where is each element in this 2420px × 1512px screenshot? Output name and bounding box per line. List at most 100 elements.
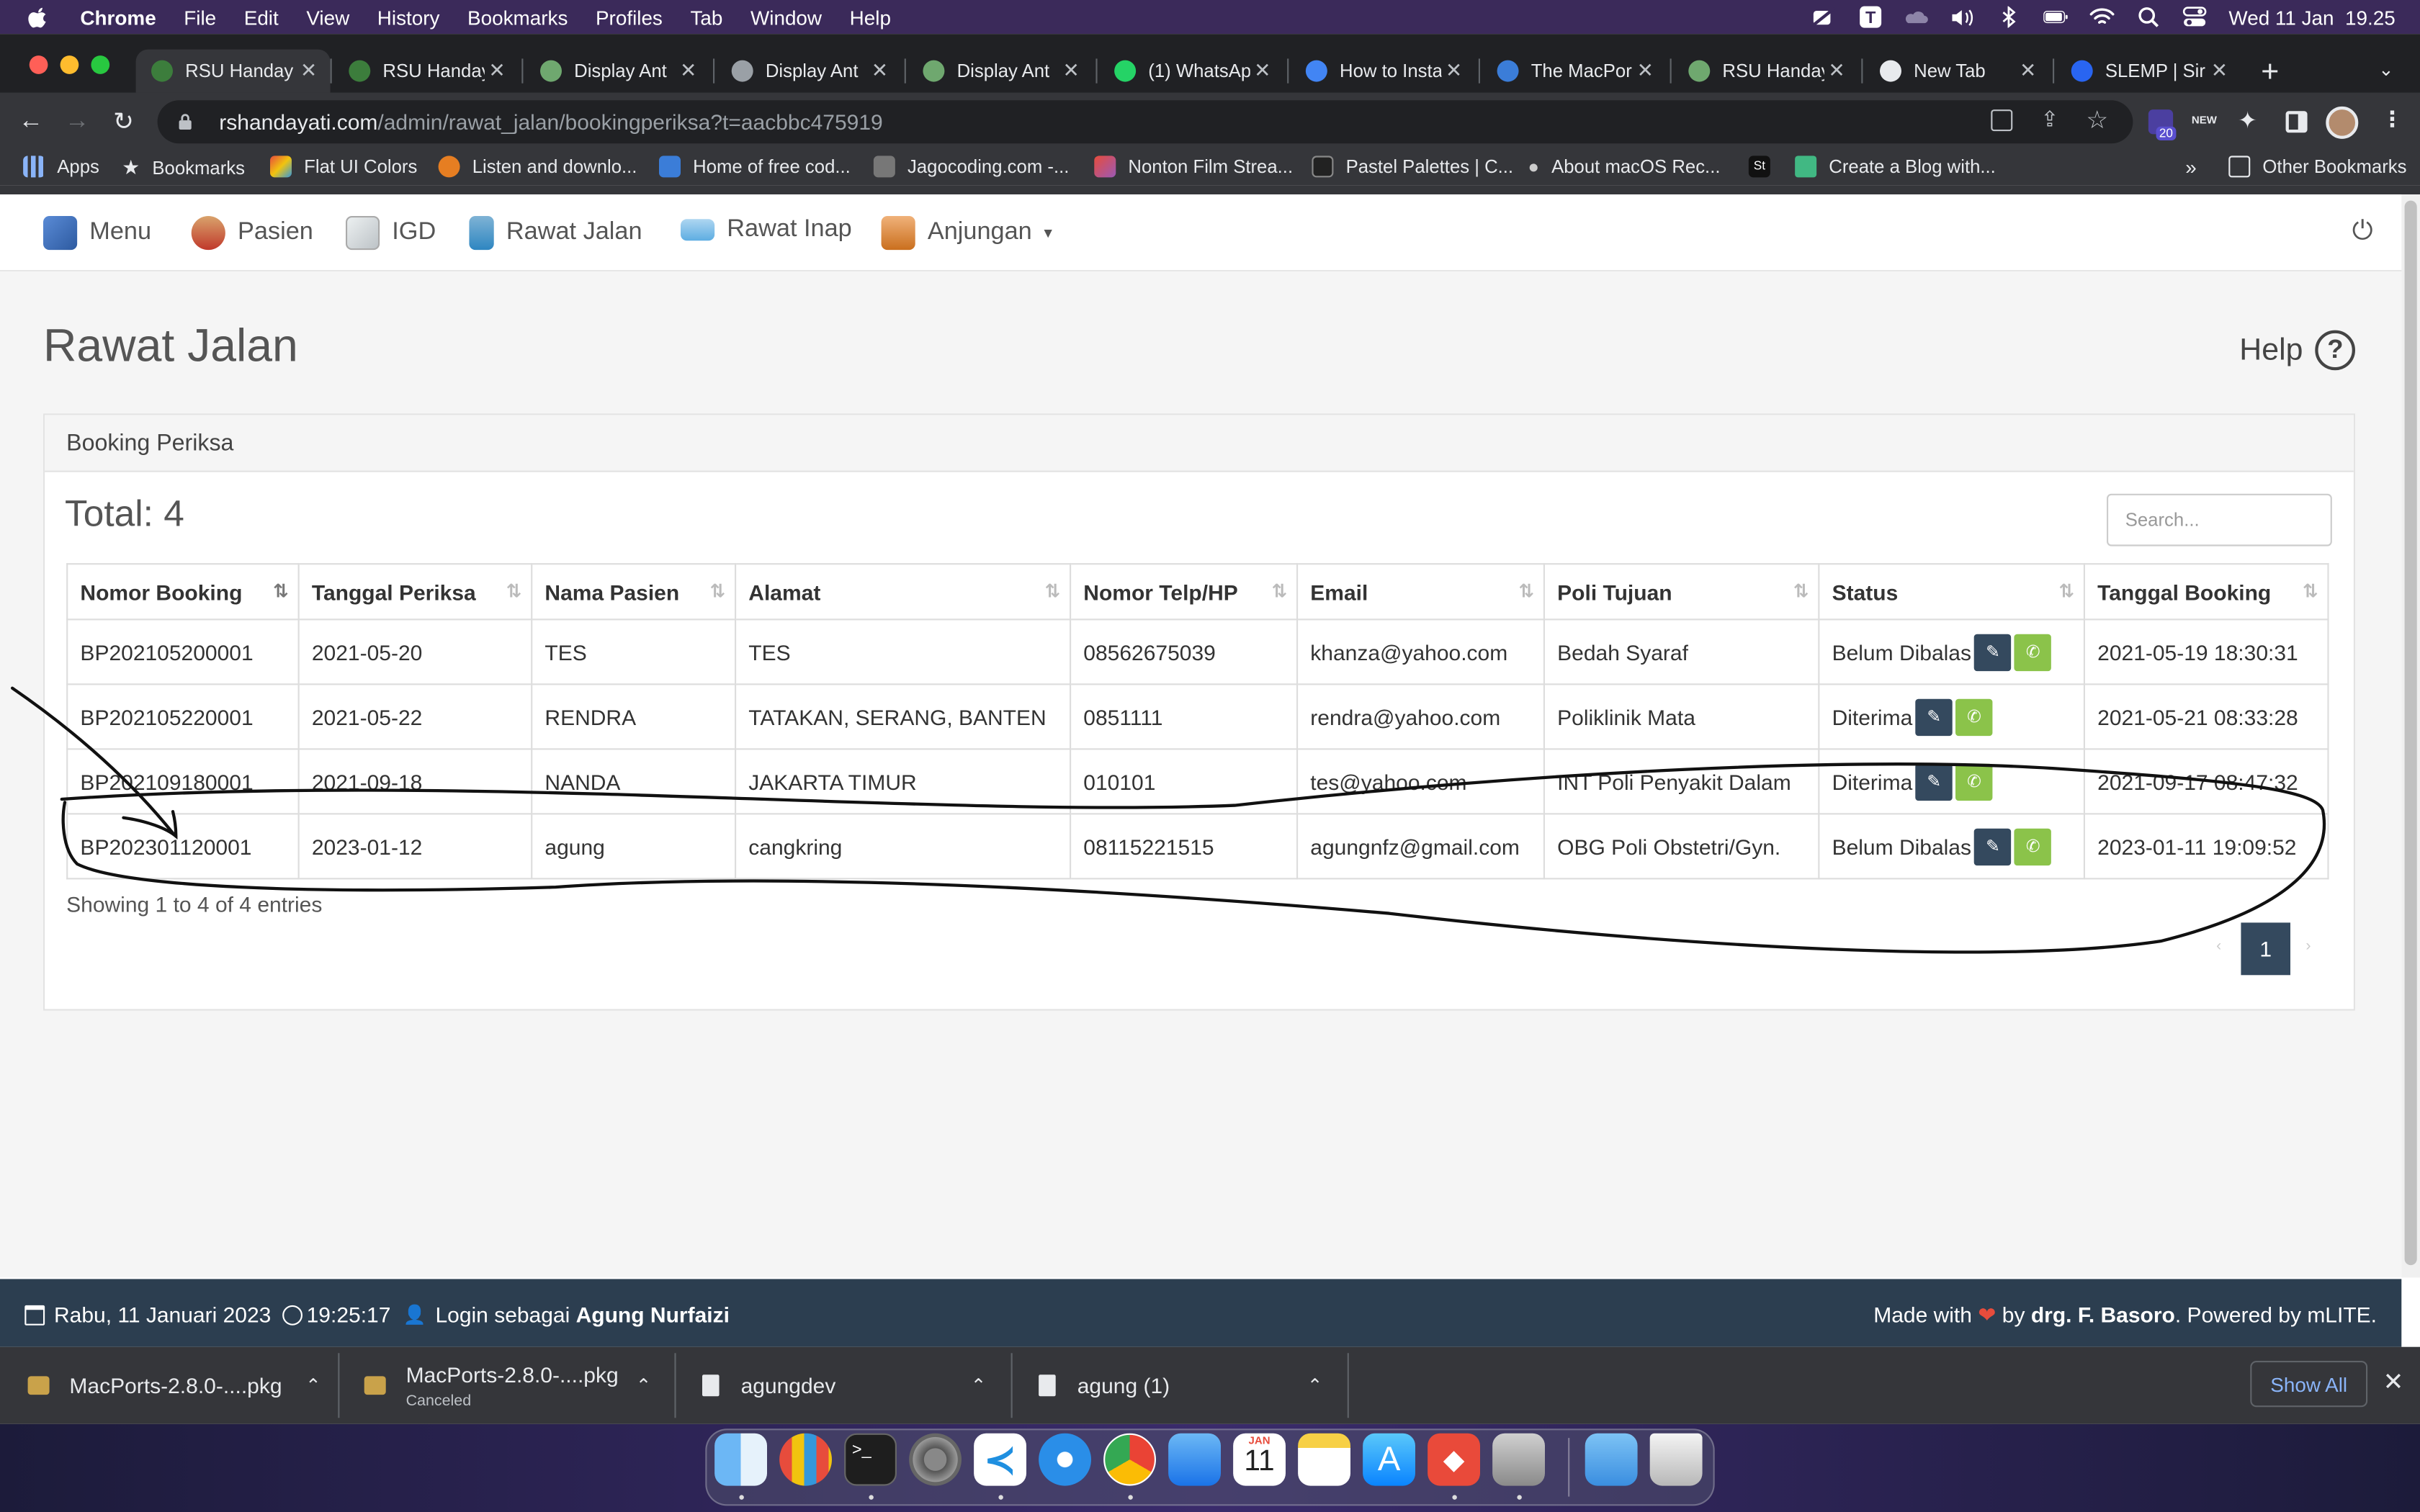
download-item[interactable]: MacPorts-2.8.0-....pkg ⌃ — [27, 1347, 321, 1424]
pagination-next-icon[interactable]: › — [2305, 938, 2311, 955]
menubar-help[interactable]: Help — [850, 6, 891, 29]
forward-arrow-icon[interactable]: → — [62, 107, 93, 138]
table-row[interactable]: BP202105220001 2021-05-22 RENDRA TATAKAN, S… — [66, 683, 2329, 750]
nav-rawat-inap[interactable]: Rawat Inap — [681, 216, 852, 244]
column-header[interactable]: Nomor Booking ⇅ — [66, 563, 300, 621]
nav-menu[interactable]: Menu — [43, 216, 151, 251]
downloads-folder-icon[interactable] — [1585, 1433, 1638, 1486]
help-link[interactable]: Help? — [2239, 330, 2356, 371]
browser-tab[interactable]: Display Ant ✕ — [908, 50, 1093, 93]
wifi-icon[interactable] — [2089, 7, 2115, 27]
column-header[interactable]: Tanggal Periksa ⇅ — [297, 563, 533, 621]
bookmarks-overflow[interactable]: » — [2185, 156, 2197, 179]
tab-close-icon[interactable]: ✕ — [1824, 58, 1849, 83]
finder-icon[interactable] — [714, 1433, 767, 1486]
menubar-tab[interactable]: Tab — [690, 6, 722, 29]
spotlight-search-icon[interactable] — [2136, 7, 2161, 27]
column-header[interactable]: Email ⇅ — [1296, 563, 1545, 621]
chrome-icon[interactable] — [1103, 1433, 1156, 1486]
system-preferences-icon[interactable] — [909, 1433, 962, 1486]
sort-icon[interactable]: ⇅ — [2303, 580, 2318, 602]
bookmark-nonton-film[interactable]: Nonton Film Strea... — [1094, 156, 1293, 178]
whatsapp-reply-button[interactable]: ✆ — [2014, 633, 2052, 671]
column-header[interactable]: Poli Tujuan ⇅ — [1543, 563, 1820, 621]
bookmark-macos-recovery[interactable]: ● About macOS Rec... — [1528, 156, 1720, 177]
tab-search-chevron-icon[interactable]: ⌄ — [2378, 58, 2394, 80]
chevron-up-icon[interactable]: ⌃ — [971, 1374, 987, 1396]
browser-tab[interactable]: RSU Handay ✕ — [1673, 50, 1858, 93]
sort-icon[interactable]: ⇅ — [2058, 580, 2074, 602]
tab-close-icon[interactable]: ✕ — [2016, 58, 2040, 83]
menubar-window[interactable]: Window — [750, 6, 822, 29]
browser-tab[interactable]: How to Insta ✕ — [1290, 50, 1475, 93]
whatsapp-reply-button[interactable]: ✆ — [2014, 827, 2052, 865]
tab-close-icon[interactable]: ✕ — [1633, 58, 1657, 83]
table-row[interactable]: BP202105200001 2021-05-20 TES TES 0856267503… — [66, 618, 2329, 685]
bookmark-pastel-palettes[interactable]: Pastel Palettes | C... — [1312, 156, 1513, 178]
column-header[interactable]: Alamat ⇅ — [734, 563, 1072, 621]
tab-close-icon[interactable]: ✕ — [1059, 58, 1083, 83]
cloud-icon[interactable] — [1904, 7, 1929, 27]
launchpad-icon[interactable] — [779, 1433, 832, 1486]
sort-icon[interactable]: ⇅ — [1518, 580, 1534, 602]
table-row[interactable]: BP202301120001 2023-01-12 agung cangkring 08… — [66, 813, 2329, 880]
tab-close-icon[interactable]: ✕ — [2207, 58, 2231, 83]
safari-icon[interactable] — [1039, 1433, 1091, 1486]
tab-close-icon[interactable]: ✕ — [676, 58, 701, 83]
bluetooth-icon[interactable] — [1997, 6, 2022, 28]
bookmark-apps[interactable]: Apps — [23, 156, 99, 178]
bookmark-flat-ui-colors[interactable]: Flat UI Colors — [270, 156, 417, 178]
power-logout-icon[interactable]: ⏻ — [2352, 216, 2373, 247]
app-store-icon[interactable]: A — [1363, 1433, 1415, 1486]
browser-tab[interactable]: (1) WhatsAp ✕ — [1099, 50, 1284, 93]
other-bookmarks[interactable]: Other Bookmarks — [2228, 156, 2407, 178]
bookmark-free-code[interactable]: Home of free cod... — [659, 156, 851, 178]
nav-pasien[interactable]: Pasien — [191, 216, 313, 251]
whatsapp-reply-button[interactable]: ✆ — [1955, 698, 1993, 736]
extension-new-badge[interactable]: NEW — [2192, 116, 2217, 127]
browser-tab[interactable]: RSU Handay ✕ — [135, 49, 331, 93]
installer-icon[interactable] — [1492, 1433, 1545, 1486]
column-header[interactable]: Nama Pasien ⇅ — [531, 563, 737, 621]
battery-icon[interactable] — [2043, 7, 2068, 27]
open-in-app-icon[interactable] — [1991, 109, 2013, 132]
bookmark-bookmarks[interactable]: ★ Bookmarks — [122, 156, 245, 180]
tab-close-icon[interactable]: ✕ — [867, 58, 892, 83]
chevron-up-icon[interactable]: ⌃ — [1307, 1374, 1323, 1396]
back-arrow-icon[interactable]: ← — [15, 107, 46, 138]
menubar-clock[interactable]: Wed 11 Jan 19.25 — [2228, 6, 2395, 29]
nav-igd[interactable]: IGD — [346, 216, 436, 251]
mail-icon[interactable] — [1168, 1433, 1221, 1486]
typora-icon[interactable]: T — [1858, 6, 1883, 28]
reload-icon[interactable]: ↻ — [108, 107, 139, 138]
edit-status-button[interactable]: ✎ — [1915, 698, 1953, 736]
table-row[interactable]: BP202109180001 2021-09-18 NANDA JAKARTA TIM… — [66, 748, 2329, 815]
tab-close-icon[interactable]: ✕ — [1441, 58, 1466, 83]
column-header[interactable]: Tanggal Booking ⇅ — [2083, 563, 2329, 621]
menubar-profiles[interactable]: Profiles — [596, 6, 663, 29]
edit-status-button[interactable]: ✎ — [1974, 633, 2012, 671]
window-close-button[interactable] — [29, 55, 48, 74]
tab-close-icon[interactable]: ✕ — [296, 58, 321, 83]
terminal-icon[interactable]: >_ — [844, 1433, 897, 1486]
side-panel-icon[interactable] — [2285, 111, 2308, 133]
column-header[interactable]: Nomor Telp/HP ⇅ — [1069, 563, 1299, 621]
bookmark-jagocoding[interactable]: Jagocoding.com -... — [873, 156, 1069, 178]
window-zoom-button[interactable] — [91, 55, 110, 74]
share-icon[interactable]: ⇪ — [2040, 107, 2058, 132]
vscode-icon[interactable]: ≺ — [974, 1433, 1026, 1486]
show-all-downloads-button[interactable]: Show All — [2250, 1361, 2368, 1408]
browser-tab[interactable]: SLEMP | Sir ✕ — [2056, 50, 2241, 93]
tab-close-icon[interactable]: ✕ — [485, 58, 509, 83]
trash-icon[interactable] — [1649, 1433, 1703, 1486]
window-minimize-button[interactable] — [60, 55, 79, 74]
menubar-edit[interactable]: Edit — [244, 6, 279, 29]
apple-icon[interactable] — [28, 6, 50, 28]
pagination-page-1[interactable]: 1 — [2241, 922, 2290, 976]
page-scrollbar-thumb[interactable] — [2404, 200, 2417, 1266]
menubar-file[interactable]: File — [184, 6, 216, 29]
whatsapp-reply-button[interactable]: ✆ — [1955, 762, 1993, 801]
column-header[interactable]: Status ⇅ — [1818, 563, 2085, 621]
chevron-up-icon[interactable]: ⌃ — [636, 1374, 652, 1396]
calendar-app-icon[interactable]: JAN 11 — [1233, 1433, 1286, 1486]
